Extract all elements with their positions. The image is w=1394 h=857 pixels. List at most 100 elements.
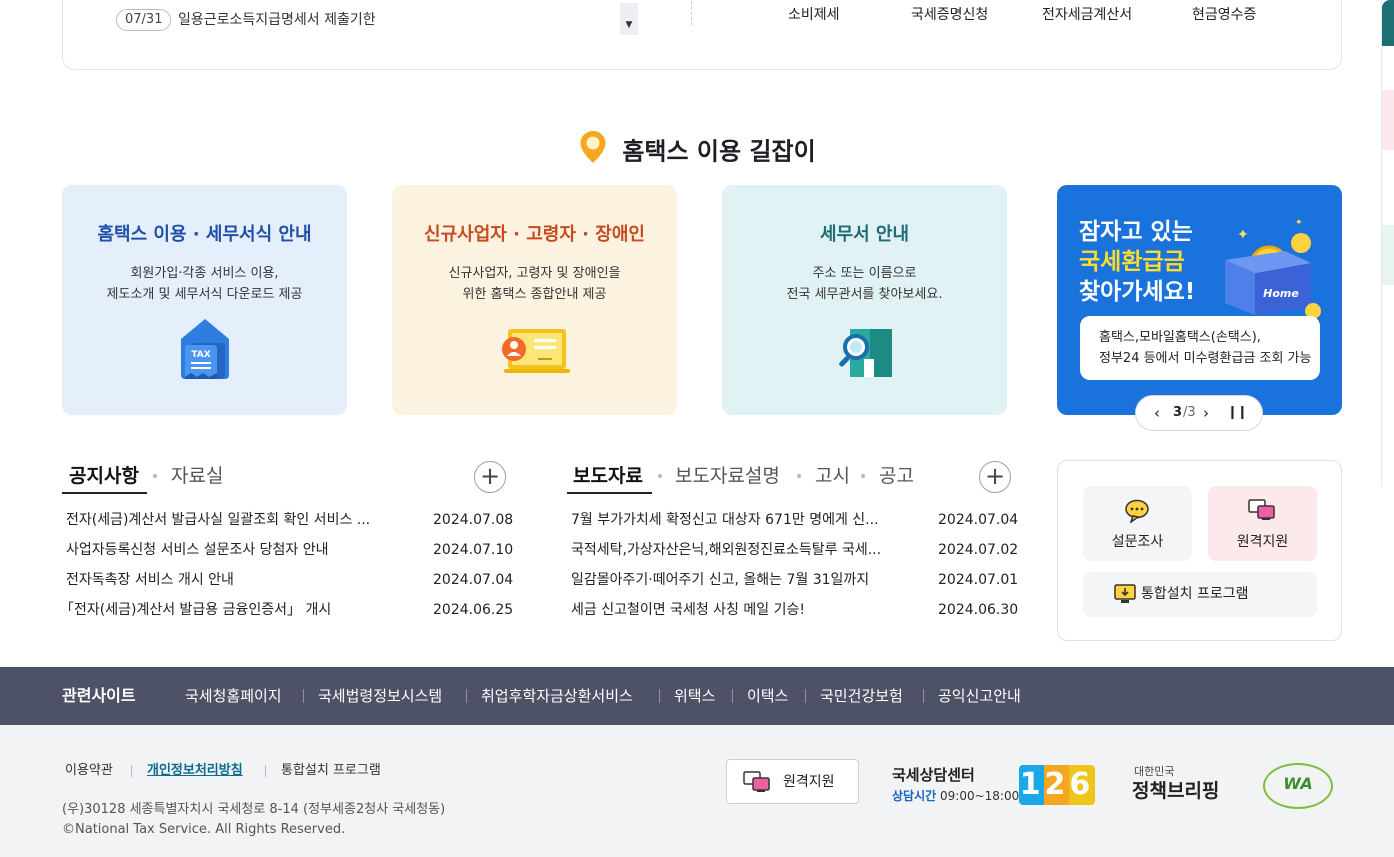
quick-link-tax-certificate[interactable]: 국세증명신청 [911,5,988,25]
footer-copyright: ©National Tax Service. All Rights Reserv… [62,822,346,837]
tab-announcements[interactable]: 고시 [815,463,850,489]
tab-notices[interactable]: 공지사항 [69,463,139,489]
press-row-date: 2024.06.30 [938,602,1019,618]
schedule-date-badge: 07/31 [116,9,172,31]
svg-text:Home: Home [1263,287,1299,300]
related-sites-bar: 관련사이트 국세청홈페이지 국세법령정보시스템 취업후학자금상환서비스 위택스 … [0,667,1394,725]
footer: 이용약관 개인정보처리방침 통합설치 프로그램 (우)30128 세종특별자치시… [0,725,1394,857]
schedule-scroll-down-button[interactable]: ▼ [620,3,638,35]
svg-text:✦: ✦ [1295,218,1303,228]
footer-address: (우)30128 세종특별자치시 국세청로 8-14 (정부세종2청사 국세청동… [62,802,446,817]
svg-text:TAX: TAX [191,350,210,360]
card-description: 신규사업자, 고령자 및 장애인을 위한 홈택스 종합안내 제공 [448,266,621,302]
notice-row-date: 2024.06.25 [433,602,514,618]
guide-card-hometax-forms[interactable]: 홈택스 이용 · 세무서식 안내 회원가입·각종 서비스 이용, 제도소개 및 … [62,185,347,415]
integrated-install-button[interactable]: 통합설치 프로그램 [1083,572,1317,617]
side-menu-tab [1382,0,1394,46]
tab-public-notices[interactable]: 공고 [879,463,914,489]
side-menu-item [1382,225,1394,285]
notice-row-title[interactable]: 「전자(세금)계산서 발급용 금융인증서」 개시 [60,600,416,620]
banner-description-box: 홈택스,모바일홈택스(손택스), 정부24 등에서 미수령환급금 조회 가능 [1080,316,1320,380]
footer-remote-support-button[interactable]: 원격지원 [726,759,859,804]
remote-monitor-icon [1248,498,1276,526]
prev-slide-button[interactable]: ‹ [1154,404,1160,422]
survey-button[interactable]: 설문조사 [1083,486,1192,561]
related-link-public-report[interactable]: 공익신고안내 [938,686,1021,706]
guide-title-text: 홈택스 이용 길잡이 [622,137,816,166]
install-program-label: 통합설치 프로그램 [1141,586,1249,602]
pause-button[interactable]: ❙❙ [1227,404,1248,422]
press-more-button[interactable]: + [979,461,1011,493]
related-sites-title: 관련사이트 [62,686,136,705]
related-link-nts[interactable]: 국세청홈페이지 [185,686,282,706]
tab-separator [797,474,801,478]
banner-pager: ‹ 3 /3 › ❙❙ [1135,395,1263,431]
notice-row-date: 2024.07.08 [433,512,514,528]
related-link-etax[interactable]: 이택스 [747,686,788,706]
quick-link-e-tax-invoice[interactable]: 전자세금계산서 [1042,5,1132,25]
next-slide-button[interactable]: › [1203,404,1209,422]
related-link-tax-law[interactable]: 국세법령정보시스템 [318,686,442,706]
hours-label: 상담시간 [892,789,937,803]
tab-library[interactable]: 자료실 [171,463,223,489]
press-row-title[interactable]: 일감몰아주기·떼어주기 신고, 올해는 7월 31일까지 [571,570,926,590]
guide-card-tax-office[interactable]: 세무서 안내 주소 또는 이름으로 전국 세무관서를 찾아보세요. [722,185,1007,415]
press-row-title[interactable]: 세금 신고철이면 국세청 사칭 메일 기승! [571,600,926,620]
tab-press-releases[interactable]: 보도자료 [573,463,643,489]
notice-more-button[interactable]: + [474,461,506,493]
press-row-date: 2024.07.02 [938,542,1019,558]
footer-privacy-link[interactable]: 개인정보처리방침 [147,762,243,780]
coin-box-icon: ✦ ✦ ₩ Home [1215,215,1325,329]
remote-monitor-icon [743,770,771,798]
web-accessibility-mark[interactable]: WA [1263,763,1333,809]
hours-value: 09:00~18:00 [940,789,1020,803]
refund-promo-banner[interactable]: 잠자고 있는 국세환급금 찾아가세요! ✦ ✦ ₩ Home 홈택스,모바일홈택… [1057,185,1342,415]
building-search-icon [834,325,896,383]
card-description: 회원가입·각종 서비스 이용, 제도소개 및 세무서식 다운로드 제공 [106,266,303,302]
tab-separator [861,474,865,478]
notice-row-date: 2024.07.10 [433,542,514,558]
banner-headline-1: 잠자고 있는 [1079,219,1193,245]
card-title: 세무서 안내 [819,224,910,245]
footer-install-link[interactable]: 통합설치 프로그램 [281,762,381,780]
schedule-card: 07/31 일용근로소득지급명세서 제출기한 ▼ 소비제세 국세증명신청 전자세… [62,0,1342,70]
svg-text:✦: ✦ [1237,227,1249,243]
survey-label: 설문조사 [1111,534,1164,550]
press-row-title[interactable]: 국적세탁,가상자산은닉,해외원정진료소득탈루 국세... [571,540,926,560]
active-tab-underline [62,492,147,494]
pager-current: 3 [1173,405,1183,420]
side-quick-menu-edge[interactable] [1381,0,1394,487]
notice-row-date: 2024.07.04 [433,572,514,588]
quick-link-cash-receipt[interactable]: 현금영수증 [1192,5,1256,25]
notice-row-title[interactable]: 사업자등록신청 서비스 설문조사 당첨자 안내 [66,540,416,560]
divider [265,765,266,777]
tab-press-explanations[interactable]: 보도자료설명 [675,463,780,489]
policy-briefing-logo[interactable]: 정책브리핑 [1132,779,1219,803]
pager-total: /3 [1183,405,1196,420]
call-center-hours: 상담시간 09:00~18:00 [892,787,1019,805]
schedule-item-text[interactable]: 일용근로소득지급명세서 제출기한 [178,9,376,31]
quick-link-excise-tax[interactable]: 소비제세 [788,5,840,25]
notice-row-title[interactable]: 전자(세금)계산서 발급사실 일괄조회 확인 서비스 ... [66,510,416,530]
footer-terms-link[interactable]: 이용약관 [65,762,113,780]
banner-headline-3: 찾아가세요! [1079,279,1196,305]
monitor-person-icon [500,325,570,381]
map-pin-icon [578,130,608,168]
divider [923,689,924,703]
call-126-logo[interactable]: 126 [1019,765,1095,805]
policy-briefing-small-text: 대한민국 [1134,765,1175,778]
guide-section-title: 홈택스 이용 길잡이 [0,130,1394,168]
related-link-wetax[interactable]: 위택스 [674,686,715,706]
related-link-health-insurance[interactable]: 국민건강보험 [820,686,903,706]
quick-service-box: 설문조사 원격지원 통합설치 프로그램 [1057,460,1342,641]
divider [659,689,660,703]
notice-row-title[interactable]: 전자독촉장 서비스 개시 안내 [66,570,416,590]
press-row-title[interactable]: 7월 부가가치세 확정신고 대상자 671만 명에게 신... [571,510,926,530]
footer-remote-label: 원격지원 [783,774,835,790]
active-tab-underline [567,492,652,494]
divider [732,689,733,703]
divider [466,689,467,703]
related-link-student-loan[interactable]: 취업후학자금상환서비스 [481,686,633,706]
guide-card-new-business[interactable]: 신규사업자 · 고령자 · 장애인 신규사업자, 고령자 및 장애인을 위한 홈… [392,185,677,415]
remote-support-button[interactable]: 원격지원 [1208,486,1317,561]
